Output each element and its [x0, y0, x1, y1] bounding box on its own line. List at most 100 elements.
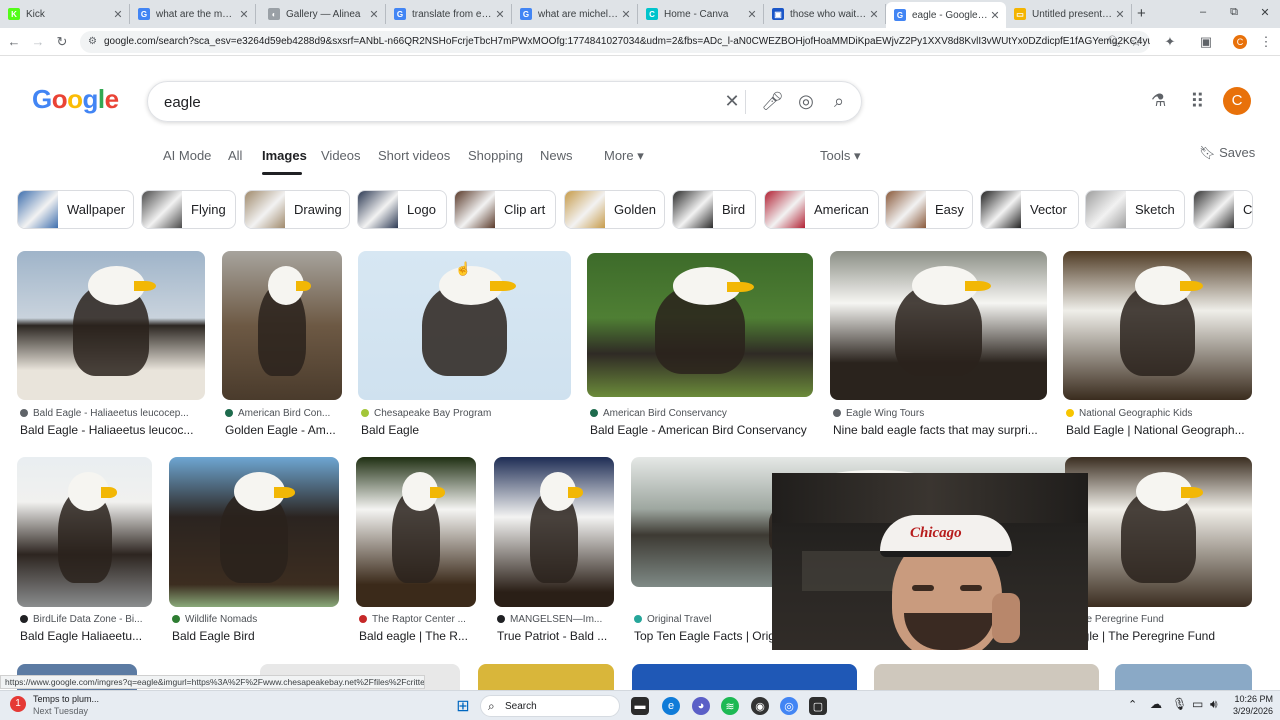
result-image[interactable]: [1065, 457, 1252, 607]
new-tab-button[interactable]: +: [1137, 5, 1146, 22]
forward-icon[interactable]: →: [30, 34, 46, 50]
restore-window-icon[interactable]: ⧉: [1227, 6, 1241, 19]
obs-icon[interactable]: ◉: [751, 697, 769, 715]
browser-tab[interactable]: K Kick ✕: [0, 4, 130, 24]
browser-menu-icon[interactable]: ⋮: [1258, 34, 1274, 50]
result-source[interactable]: MANGELSEN—Im...: [497, 614, 617, 625]
result-source[interactable]: he Peregrine Fund: [1068, 614, 1255, 625]
taskbar-search[interactable]: ⌕ Search: [480, 695, 620, 717]
browser-tab[interactable]: ▣ those who wait on th✕: [764, 4, 886, 24]
result-image[interactable]: [1063, 251, 1252, 400]
reload-icon[interactable]: ↻: [54, 34, 70, 50]
close-window-icon[interactable]: ✕: [1258, 6, 1272, 19]
bookmark-star-icon[interactable]: ☆: [1128, 34, 1144, 50]
clock-date[interactable]: 3/29/2026: [1228, 706, 1273, 716]
chip-logo[interactable]: Logo: [357, 190, 447, 229]
chip-golden[interactable]: Golden: [564, 190, 665, 229]
result-image[interactable]: [17, 251, 205, 400]
browser-tab[interactable]: ◐ Gallery — Alinea ✕: [260, 4, 386, 24]
tab-close-icon[interactable]: ✕: [237, 8, 251, 21]
minimize-window-icon[interactable]: –: [1196, 6, 1210, 18]
discord-icon[interactable]: ◕: [692, 697, 710, 715]
result-title[interactable]: Bald Eagle - Haliaeetus leucoc...: [20, 423, 228, 437]
microphone-tray-icon[interactable]: 🎙︎: [1172, 697, 1187, 711]
browser-tab[interactable]: ▭ Untitled presentation✕: [1006, 4, 1132, 24]
clock-time[interactable]: 10:26 PM: [1233, 694, 1273, 704]
extensions-icon[interactable]: ✦: [1162, 34, 1178, 50]
tab-news[interactable]: News: [540, 148, 573, 163]
site-info-icon[interactable]: ⚙: [88, 31, 97, 53]
result-source[interactable]: National Geographic Kids: [1066, 408, 1255, 419]
google-logo[interactable]: Google: [32, 84, 119, 115]
tab-videos[interactable]: Videos: [321, 148, 361, 163]
result-source[interactable]: Bald Eagle - Haliaeetus leucocep...: [20, 408, 208, 419]
labs-flask-icon[interactable]: ⚗: [1151, 91, 1166, 111]
tab-short-videos[interactable]: Short videos: [378, 148, 450, 163]
result-title[interactable]: Bald Eagle - American Bird Conservancy: [590, 423, 836, 437]
browser-tab[interactable]: Gwhat are the most bo✕: [130, 4, 256, 24]
result-source[interactable]: Eagle Wing Tours: [833, 408, 1050, 419]
result-image[interactable]: [222, 251, 342, 400]
result-source[interactable]: American Bird Con...: [225, 408, 345, 419]
profile-avatar[interactable]: C: [1233, 35, 1247, 49]
result-source[interactable]: Wildlife Nomads: [172, 614, 342, 625]
result-title[interactable]: Golden Eagle - Am...: [225, 423, 365, 437]
result-title[interactable]: Bald Eagle Haliaeetu...: [20, 629, 175, 643]
chip-vector[interactable]: Vector: [980, 190, 1079, 229]
chip-bird[interactable]: Bird: [672, 190, 756, 229]
result-title[interactable]: Bald Eagle: [361, 423, 594, 437]
tab-close-icon[interactable]: ✕: [619, 8, 633, 21]
tab-close-icon[interactable]: ✕: [867, 8, 881, 21]
network-icon[interactable]: ▭: [1192, 697, 1203, 711]
zoom-icon[interactable]: 🔍︎: [1106, 34, 1122, 50]
result-source[interactable]: The Raptor Center ...: [359, 614, 479, 625]
result-image[interactable]: [356, 457, 476, 607]
tab-close-icon[interactable]: ✕: [988, 9, 1002, 22]
result-image[interactable]: [632, 664, 857, 690]
spotify-icon[interactable]: ≋: [721, 697, 739, 715]
tab-close-icon[interactable]: ✕: [493, 8, 507, 21]
tab-close-icon[interactable]: ✕: [111, 8, 125, 21]
tab-all[interactable]: All: [228, 148, 242, 163]
browser-tab[interactable]: Geagle - Google Searc✕: [886, 2, 1006, 28]
search-box[interactable]: eagle ✕ 🎤︎ ◎ ⌕: [147, 81, 862, 122]
result-source[interactable]: Chesapeake Bay Program: [361, 408, 574, 419]
result-title[interactable]: Bald Eagle | National Geograph...: [1066, 423, 1275, 437]
chip-easy[interactable]: Easy: [885, 190, 973, 229]
result-source[interactable]: American Bird Conservancy: [590, 408, 816, 419]
task-view-icon[interactable]: ▬: [631, 697, 649, 715]
tab-close-icon[interactable]: ✕: [1113, 8, 1127, 21]
result-title[interactable]: Nine bald eagle facts that may surpri...: [833, 423, 1070, 437]
saves-button[interactable]: 🔖︎ Saves: [1199, 145, 1255, 161]
chip-drawing[interactable]: Drawing: [244, 190, 350, 229]
result-source[interactable]: BirdLife Data Zone - Bi...: [20, 614, 155, 625]
tab-images[interactable]: Images: [262, 148, 307, 163]
result-image[interactable]: [169, 457, 339, 607]
windows-start-icon[interactable]: ⊞: [454, 697, 472, 715]
chip-flying[interactable]: Flying: [141, 190, 236, 229]
apps-grid-icon[interactable]: ⠿: [1190, 89, 1205, 114]
clear-search-icon[interactable]: ✕: [721, 91, 743, 112]
result-image[interactable]: [587, 253, 813, 397]
result-image[interactable]: [1115, 664, 1252, 690]
account-avatar[interactable]: C: [1223, 87, 1251, 115]
result-image[interactable]: [874, 664, 1099, 690]
result-title[interactable]: True Patriot - Bald ...: [497, 629, 637, 643]
result-image[interactable]: [494, 457, 614, 607]
onedrive-icon[interactable]: ☁: [1150, 697, 1162, 711]
browser-tab[interactable]: Gtranslate from englisl✕: [386, 4, 512, 24]
tab-shopping[interactable]: Shopping: [468, 148, 523, 163]
chip-c[interactable]: C: [1193, 190, 1253, 229]
result-title[interactable]: Eagle | The Peregrine Fund: [1068, 629, 1275, 643]
tray-chevron-icon[interactable]: ⌃: [1128, 698, 1137, 711]
terminal-icon[interactable]: ▢: [809, 697, 827, 715]
search-submit-icon[interactable]: ⌕: [828, 91, 850, 112]
tab-ai-mode[interactable]: AI Mode: [163, 148, 211, 163]
chip-clip-art[interactable]: Clip art: [454, 190, 556, 229]
voice-search-icon[interactable]: 🎤︎: [761, 91, 784, 112]
back-icon[interactable]: ←: [6, 34, 22, 50]
chrome-icon[interactable]: ◎: [780, 697, 798, 715]
tab-more[interactable]: More ▾: [604, 148, 644, 164]
result-image[interactable]: [478, 664, 614, 690]
result-image[interactable]: [17, 457, 152, 607]
